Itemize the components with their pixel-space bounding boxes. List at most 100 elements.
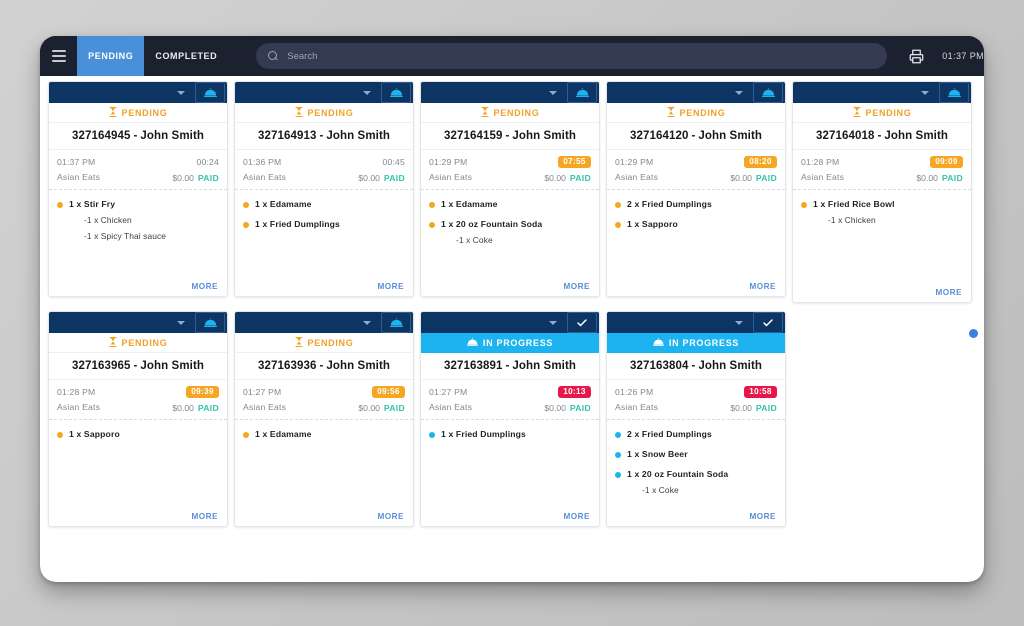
start-order-button[interactable] bbox=[381, 82, 411, 103]
start-order-button[interactable] bbox=[381, 312, 411, 333]
order-title: 327163891-John Smith bbox=[421, 353, 599, 380]
tab-pending[interactable]: PENDING bbox=[77, 36, 144, 76]
order-item-label: 1 x Fried Dumplings bbox=[441, 429, 526, 439]
order-item-bullet-icon bbox=[243, 222, 249, 228]
order-item-bullet-icon bbox=[243, 432, 249, 438]
order-card-header bbox=[235, 82, 413, 103]
start-order-button[interactable] bbox=[567, 82, 597, 103]
hourglass-icon bbox=[853, 107, 861, 119]
chevron-down-icon[interactable] bbox=[171, 82, 191, 103]
order-status-tabs: PENDING COMPLETED bbox=[77, 36, 228, 76]
order-status-badge: IN PROGRESS bbox=[421, 333, 599, 353]
order-item-bullet-icon bbox=[615, 432, 621, 438]
order-store-name: Asian Eats bbox=[801, 172, 844, 182]
order-card[interactable]: PENDING327164913-John Smith01:36 PM00:45… bbox=[234, 81, 414, 297]
start-order-button[interactable] bbox=[939, 82, 969, 103]
order-title-separator: - bbox=[319, 360, 323, 372]
chevron-down-icon[interactable] bbox=[171, 312, 191, 333]
chevron-down-icon[interactable] bbox=[357, 312, 377, 333]
search-input[interactable] bbox=[287, 51, 887, 62]
more-link[interactable]: MORE bbox=[749, 512, 776, 521]
printer-icon[interactable] bbox=[905, 43, 928, 69]
order-price: $0.00 bbox=[730, 403, 752, 413]
complete-order-button[interactable] bbox=[753, 312, 783, 333]
order-timer-badge: 10:58 bbox=[744, 386, 777, 398]
start-order-button[interactable] bbox=[753, 82, 783, 103]
order-timer-badge: 09:39 bbox=[186, 386, 219, 398]
hourglass-glyph bbox=[295, 337, 303, 347]
order-time: 01:29 PM bbox=[615, 157, 653, 167]
order-item: 1 x Stir Fry bbox=[57, 199, 219, 209]
more-link[interactable]: MORE bbox=[191, 282, 218, 291]
order-card[interactable]: IN PROGRESS327163891-John Smith01:27 PM1… bbox=[420, 311, 600, 527]
more-link[interactable]: MORE bbox=[377, 512, 404, 521]
food-cover-glyph bbox=[576, 88, 589, 97]
chevron-down-icon[interactable] bbox=[915, 82, 935, 103]
order-item-modifier: -1 x Chicken bbox=[84, 215, 219, 225]
chevron-down-icon[interactable] bbox=[729, 312, 749, 333]
order-card[interactable]: PENDING327164945-John Smith01:37 PM00:24… bbox=[48, 81, 228, 297]
order-items-list: 1 x Fried Rice Bowl-1 x Chicken bbox=[793, 190, 971, 282]
more-link[interactable]: MORE bbox=[749, 282, 776, 291]
chevron-down-icon[interactable] bbox=[357, 82, 377, 103]
tab-completed[interactable]: COMPLETED bbox=[144, 36, 228, 76]
order-timer-badge: 10:13 bbox=[558, 386, 591, 398]
order-title-separator: - bbox=[691, 130, 695, 142]
order-paid-label: PAID bbox=[198, 173, 219, 183]
complete-order-button[interactable] bbox=[567, 312, 597, 333]
more-link[interactable]: MORE bbox=[563, 512, 590, 521]
order-item-bullet-icon bbox=[243, 202, 249, 208]
order-store-name: Asian Eats bbox=[615, 402, 658, 412]
order-timer-badge: 09:09 bbox=[930, 156, 963, 168]
food-cover-icon bbox=[467, 338, 478, 348]
order-card[interactable]: PENDING327164120-John Smith01:29 PM08:20… bbox=[606, 81, 786, 297]
food-cover-glyph bbox=[467, 338, 478, 346]
order-title: 327163936-John Smith bbox=[235, 353, 413, 380]
order-card[interactable]: PENDING327163965-John Smith01:28 PM09:39… bbox=[48, 311, 228, 527]
order-item-label: 1 x Snow Beer bbox=[627, 449, 688, 459]
chevron-down-icon[interactable] bbox=[543, 312, 563, 333]
order-status-badge: PENDING bbox=[235, 103, 413, 123]
order-customer-name: John Smith bbox=[326, 130, 390, 142]
order-status-badge: PENDING bbox=[235, 333, 413, 353]
more-link[interactable]: MORE bbox=[377, 282, 404, 291]
order-paid-label: PAID bbox=[570, 403, 591, 413]
order-card-header bbox=[235, 312, 413, 333]
order-item-label: 2 x Fried Dumplings bbox=[627, 429, 712, 439]
order-number: 327164120 bbox=[630, 130, 688, 142]
order-paid-label: PAID bbox=[756, 173, 777, 183]
hourglass-glyph bbox=[481, 107, 489, 117]
order-card[interactable]: IN PROGRESS327163804-John Smith01:26 PM1… bbox=[606, 311, 786, 527]
search-bar[interactable] bbox=[256, 43, 887, 69]
start-order-button[interactable] bbox=[195, 82, 225, 103]
order-card[interactable]: PENDING327163936-John Smith01:27 PM09:56… bbox=[234, 311, 414, 527]
more-link[interactable]: MORE bbox=[563, 282, 590, 291]
order-price: $0.00 bbox=[172, 403, 194, 413]
order-card-header bbox=[607, 82, 785, 103]
hourglass-icon bbox=[481, 107, 489, 119]
order-meta: 01:28 PM09:39Asian Eats$0.00PAID bbox=[49, 380, 227, 420]
order-item: 1 x Edamame bbox=[243, 199, 405, 209]
order-status-label: PENDING bbox=[308, 338, 354, 348]
hourglass-icon bbox=[667, 107, 675, 119]
order-card-header bbox=[607, 312, 785, 333]
order-card[interactable]: PENDING327164159-John Smith01:29 PM07:55… bbox=[420, 81, 600, 297]
orders-grid: PENDING327164945-John Smith01:37 PM00:24… bbox=[40, 76, 984, 533]
start-order-button[interactable] bbox=[195, 312, 225, 333]
order-time: 01:26 PM bbox=[615, 387, 653, 397]
hamburger-menu-icon[interactable] bbox=[40, 36, 77, 76]
screenshot-stage: PENDING COMPLETED 01:37 PM P bbox=[0, 0, 1024, 626]
order-meta: 01:26 PM10:58Asian Eats$0.00PAID bbox=[607, 380, 785, 420]
food-cover-glyph bbox=[653, 338, 664, 346]
scroll-indicator-dot[interactable] bbox=[969, 329, 978, 338]
order-paid-label: PAID bbox=[384, 173, 405, 183]
order-item: 1 x Fried Dumplings bbox=[243, 219, 405, 229]
food-cover-glyph bbox=[762, 88, 775, 97]
chevron-down-icon[interactable] bbox=[729, 82, 749, 103]
more-link[interactable]: MORE bbox=[191, 512, 218, 521]
food-cover-glyph bbox=[390, 88, 403, 97]
chevron-down-icon[interactable] bbox=[543, 82, 563, 103]
order-card[interactable]: PENDING327164018-John Smith01:28 PM09:09… bbox=[792, 81, 972, 303]
more-link[interactable]: MORE bbox=[935, 288, 962, 297]
order-timer-badge: 08:20 bbox=[744, 156, 777, 168]
